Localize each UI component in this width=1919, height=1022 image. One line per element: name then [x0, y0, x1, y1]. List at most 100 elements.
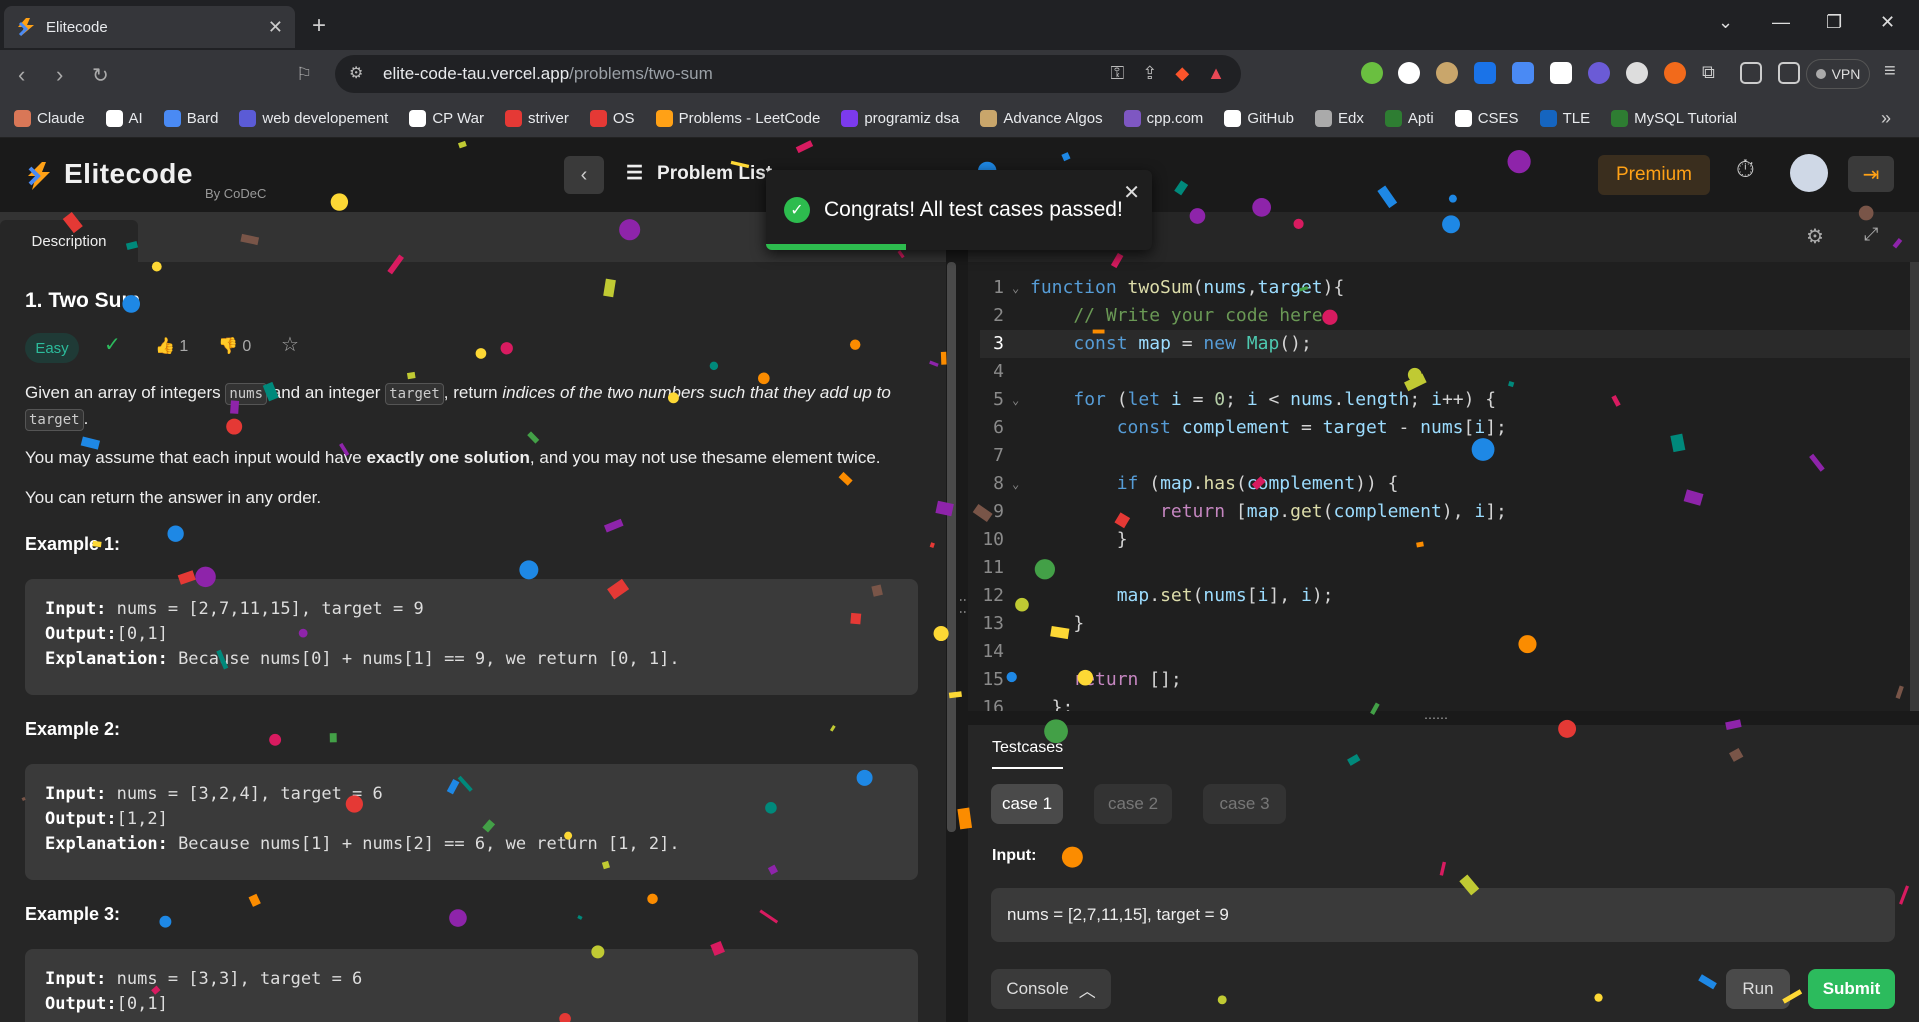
restore-icon[interactable]: ❐ — [1826, 12, 1842, 33]
extension-blue-icon[interactable] — [1474, 62, 1496, 84]
bookmark-item[interactable]: Bard — [163, 110, 218, 127]
run-button[interactable]: Run — [1726, 969, 1790, 1009]
extension-screen-icon[interactable] — [1512, 62, 1534, 84]
dislike-button[interactable]: 👎 0 — [218, 336, 251, 356]
key-icon[interactable]: ⚿ — [1111, 63, 1125, 84]
problem-list-button[interactable]: ☰ Problem List — [626, 162, 772, 185]
bookmark-favicon-icon — [841, 110, 859, 127]
bookmark-label: Edx — [1338, 110, 1364, 127]
fold-chevron-icon[interactable]: ⌄ — [1012, 386, 1019, 414]
code-editor[interactable]: 1 ⌄ function twoSum(nums,target){2 // Writ… — [968, 262, 1919, 718]
bookmark-item[interactable]: programiz dsa — [841, 110, 959, 127]
like-button[interactable]: 👍 1 — [155, 336, 188, 356]
brave-rewards-icon[interactable]: ▲ — [1207, 63, 1225, 84]
code-line[interactable]: 4 — [980, 358, 1910, 386]
code-line[interactable]: 15 return []; — [980, 666, 1910, 694]
extension-face-icon[interactable] — [1436, 62, 1458, 84]
code-line[interactable]: 1 ⌄ function twoSum(nums,target){ — [980, 274, 1910, 302]
fullscreen-icon[interactable]: ⤢ — [1864, 224, 1878, 245]
bookmark-item[interactable]: cpp.com — [1123, 110, 1203, 127]
premium-button[interactable]: Premium — [1598, 155, 1710, 195]
line-number: 10 — [982, 529, 1004, 550]
bookmark-item[interactable]: CSES — [1454, 110, 1519, 127]
extensions-puzzle-icon[interactable]: ⧉ — [1702, 62, 1724, 84]
site-info-icon[interactable]: ⚙ — [349, 63, 363, 83]
bookmark-item[interactable]: TLE — [1539, 110, 1590, 127]
bookmark-item[interactable]: web developement — [239, 110, 388, 127]
close-toast-icon[interactable]: ✕ — [1123, 180, 1140, 205]
bookmark-icon[interactable]: ⚐ — [296, 64, 312, 85]
code-line[interactable]: 6 const complement = target - nums[i]; — [980, 414, 1910, 442]
bookmark-item[interactable]: Problems - LeetCode — [655, 110, 820, 127]
extension-add-icon[interactable] — [1361, 62, 1383, 84]
notion-icon[interactable] — [1550, 62, 1572, 84]
tab-search-icon[interactable]: ⌄ — [1718, 12, 1733, 33]
submit-button[interactable]: Submit — [1808, 969, 1895, 1009]
bookmark-item[interactable]: Advance Algos — [980, 110, 1103, 127]
bookmark-item[interactable]: AI — [105, 110, 143, 127]
tab-testcases[interactable]: Testcases — [992, 739, 1064, 769]
brave-shield-icon[interactable]: ◆ — [1175, 63, 1189, 84]
elitecode-logo-icon[interactable] — [24, 160, 56, 192]
code-line[interactable]: 2 // Write your code here — [980, 302, 1910, 330]
extension-color-icon[interactable] — [1398, 62, 1420, 84]
extension-fox-icon[interactable] — [1664, 62, 1686, 84]
wallet-icon[interactable] — [1778, 62, 1800, 84]
menu-icon[interactable]: ≡ — [1884, 60, 1896, 83]
problem-list-label: Problem List — [657, 162, 773, 184]
minimize-icon[interactable]: — — [1772, 12, 1790, 33]
close-window-icon[interactable]: ✕ — [1880, 12, 1895, 33]
more-bookmarks-icon[interactable]: » — [1881, 108, 1891, 129]
code-line[interactable]: 5 ⌄ for (let i = 0; i < nums.length; i++)… — [980, 386, 1910, 414]
vpn-button[interactable]: VPN — [1806, 59, 1870, 89]
code-line[interactable]: 9 return [map.get(complement), i]; — [980, 498, 1910, 526]
prev-problem-button[interactable]: ‹ — [564, 156, 604, 194]
fold-chevron-icon[interactable]: ⌄ — [1012, 274, 1019, 302]
bookmark-item[interactable]: GitHub — [1224, 110, 1294, 127]
star-icon[interactable]: ☆ — [281, 332, 299, 357]
bookmark-item[interactable]: Apti — [1384, 110, 1434, 127]
editor-scrollbar[interactable] — [1910, 262, 1919, 711]
reload-icon[interactable]: ↻ — [92, 63, 109, 88]
tab-description[interactable]: Description — [0, 220, 138, 262]
bookmark-item[interactable]: OS — [589, 110, 635, 127]
sidebar-icon[interactable] — [1740, 62, 1762, 84]
code-line[interactable]: 11 — [980, 554, 1910, 582]
close-tab-icon[interactable]: ✕ — [268, 17, 283, 38]
browser-tab[interactable]: Elitecode ✕ — [4, 6, 295, 48]
bookmark-item[interactable]: MySQL Tutorial — [1611, 110, 1737, 127]
fold-chevron-icon[interactable]: ⌄ — [1012, 470, 1019, 498]
solved-check-icon: ✓ — [104, 334, 121, 356]
share-icon[interactable]: ⇪ — [1142, 63, 1157, 84]
address-bar[interactable]: ⚙ elite-code-tau.vercel.app/problems/two… — [335, 55, 1241, 93]
new-tab-icon[interactable]: + — [312, 12, 326, 40]
settings-icon[interactable]: ⚙ — [1806, 224, 1824, 249]
timer-icon[interactable]: ⏱ — [1736, 156, 1755, 184]
extension-panda-icon[interactable] — [1626, 62, 1648, 84]
case-tab[interactable]: case 3 — [1203, 784, 1286, 824]
code-line[interactable]: 12 map.set(nums[i], i); — [980, 582, 1910, 610]
forward-icon[interactable]: › — [56, 62, 63, 88]
extension-flame-icon[interactable] — [1588, 62, 1610, 84]
code-line[interactable]: 7 — [980, 442, 1910, 470]
resize-handle-icon[interactable]: ⋯⋯ — [1424, 711, 1448, 725]
code-line[interactable]: 3 const map = new Map(); — [980, 330, 1910, 358]
scrollbar[interactable] — [947, 262, 956, 832]
case-tab[interactable]: case 1 — [991, 784, 1063, 824]
testcase-input[interactable]: nums = [2,7,11,15], target = 9 — [991, 888, 1895, 942]
list-icon: ☰ — [626, 163, 644, 184]
code-line[interactable]: 10 } — [980, 526, 1910, 554]
logo-text[interactable]: Elitecode — [64, 158, 193, 190]
console-button[interactable]: Console ︿ — [991, 969, 1111, 1009]
bookmark-item[interactable]: Claude — [14, 110, 85, 127]
back-icon[interactable]: ‹ — [18, 62, 25, 88]
code-line[interactable]: 13 } — [980, 610, 1910, 638]
case-tab[interactable]: case 2 — [1094, 784, 1172, 824]
code-line[interactable]: 8 ⌄ if (map.has(complement)) { — [980, 470, 1910, 498]
bookmark-item[interactable]: striver — [505, 110, 569, 127]
code-line[interactable]: 14 — [980, 638, 1910, 666]
logout-button[interactable]: ⇥ — [1848, 156, 1894, 192]
avatar[interactable] — [1790, 154, 1828, 192]
bookmark-item[interactable]: CP War — [409, 110, 484, 127]
bookmark-item[interactable]: Edx — [1315, 110, 1364, 127]
